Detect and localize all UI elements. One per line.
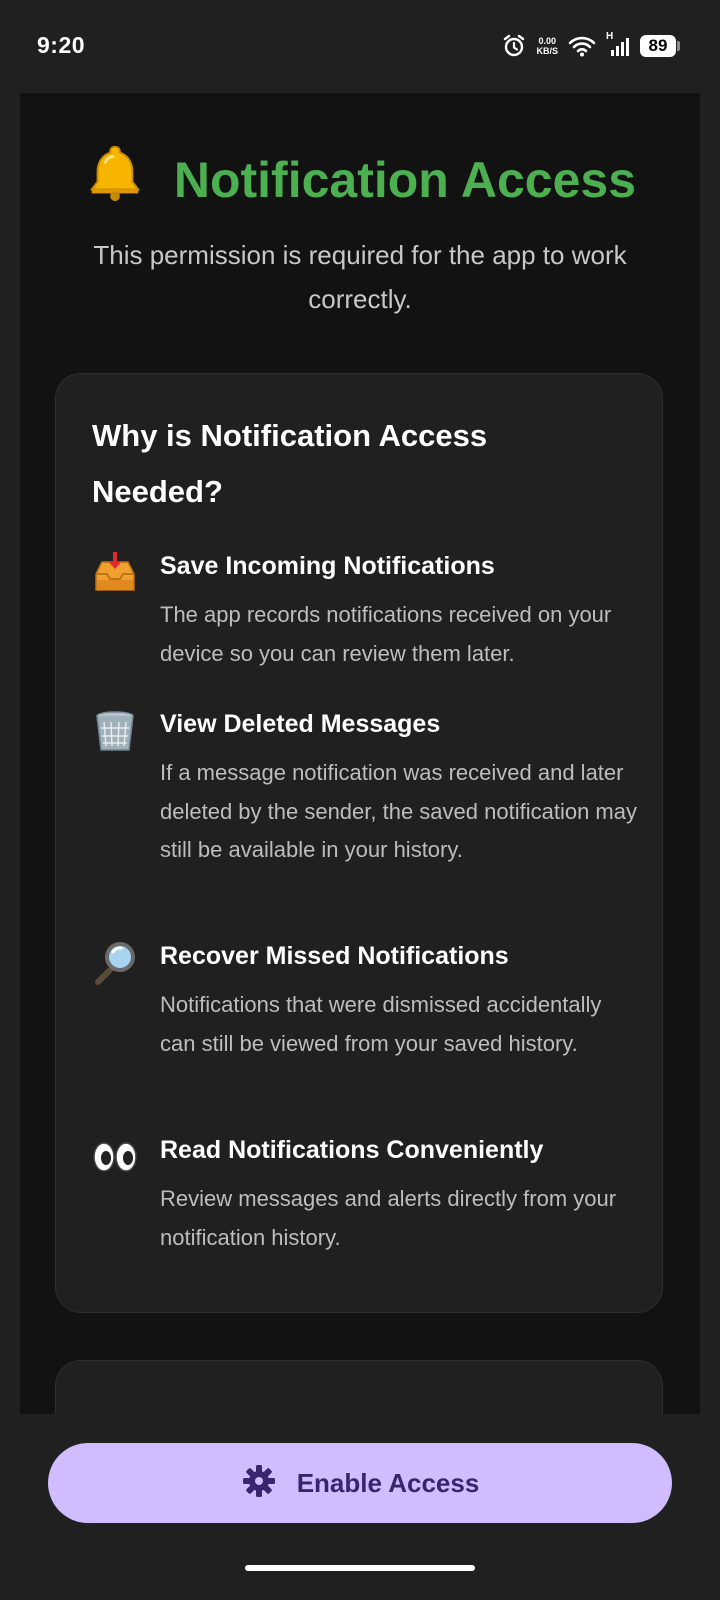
network-speed-value: 0.00 — [538, 36, 556, 46]
enable-access-button[interactable]: Enable Access — [48, 1443, 672, 1523]
magnifying-glass-icon — [92, 940, 138, 986]
privacy-security-card: Privacy & Security — [55, 1360, 663, 1414]
status-bar: 9:20 0.00 KB/S H 89 — [0, 0, 720, 92]
battery-icon: 89 — [640, 35, 680, 57]
bell-icon — [84, 141, 146, 215]
app-screen: 9:20 0.00 KB/S H 89 Notification Access … — [0, 0, 720, 1600]
privacy-security-card-title: Privacy & Security — [92, 1399, 612, 1414]
network-type: H — [606, 31, 614, 42]
page-subtitle: This permission is required for the app … — [93, 240, 627, 314]
eyes-icon — [92, 1134, 138, 1180]
network-speed-unit: KB/S — [536, 46, 558, 56]
status-icons: 0.00 KB/S H 89 — [502, 31, 680, 58]
inbox-tray-icon — [92, 550, 138, 596]
alarm-icon — [502, 34, 526, 58]
feature-title: Recover Missed Notifications — [160, 942, 509, 970]
network-speed: 0.00 KB/S — [536, 36, 558, 56]
why-access-card: Why is Notification Access Needed? Save … — [55, 373, 663, 1313]
feature-description: The app records notifications received o… — [160, 602, 612, 666]
feature-title: Save Incoming Notifications — [160, 552, 495, 580]
enable-access-label: Enable Access — [296, 1467, 480, 1498]
feature-description: Notifications that were dismissed accide… — [160, 992, 602, 1056]
battery-level: 89 — [640, 35, 676, 57]
feature-description: Review messages and alerts directly from… — [160, 1186, 617, 1250]
feature-title: View Deleted Messages — [160, 710, 441, 738]
feature-title: Read Notifications Conveniently — [160, 1136, 544, 1164]
feature-description: If a message notification was received a… — [160, 760, 637, 862]
wastebasket-icon — [92, 708, 138, 754]
cell-signal-icon: H — [606, 31, 630, 57]
page-title-row: Notification Access — [20, 141, 700, 215]
wifi-icon — [568, 35, 596, 57]
battery-tip — [677, 41, 680, 51]
page-title: Notification Access — [173, 152, 637, 208]
why-access-card-title: Why is Notification Access Needed? — [92, 418, 488, 509]
gear-icon — [241, 1463, 277, 1504]
status-time: 9:20 — [37, 32, 86, 58]
content-scroll-area[interactable]: Notification Access This permission is r… — [20, 93, 700, 1414]
home-indicator[interactable] — [245, 1565, 475, 1571]
